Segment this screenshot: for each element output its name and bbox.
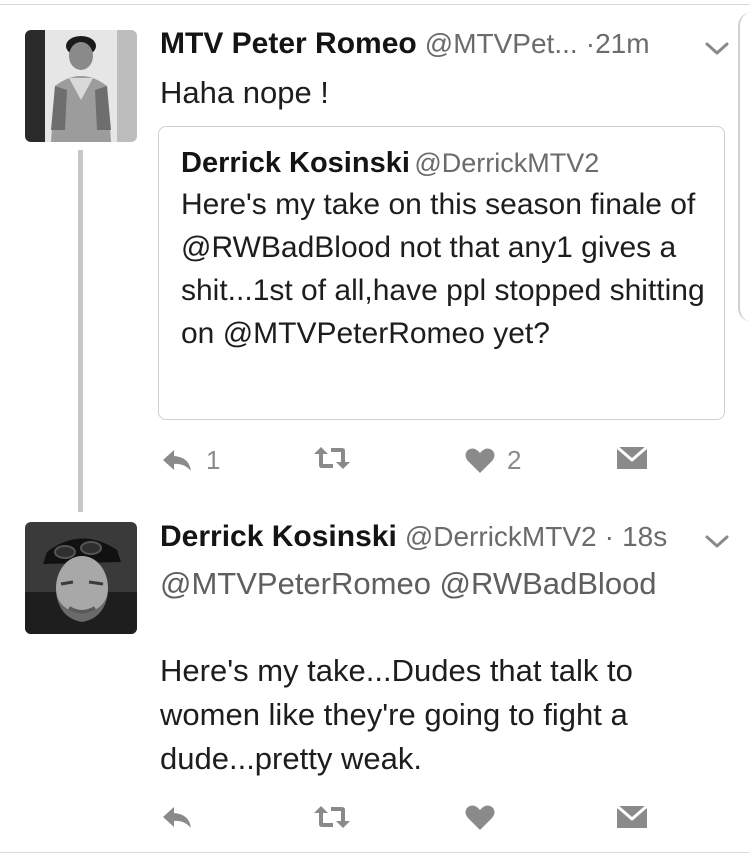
timestamp[interactable]: 18s: [622, 521, 667, 552]
direct-message-button[interactable]: [616, 804, 648, 830]
tweet-1-header: MTV Peter Romeo @MTVPet... ·21m: [160, 27, 650, 61]
heart-icon: [465, 805, 495, 830]
retweet-button[interactable]: [313, 445, 351, 471]
retweet-button[interactable]: [313, 804, 351, 830]
quoted-handle: @DerrickMTV2: [414, 148, 600, 178]
tweet-mentions[interactable]: @MTVPeterRomeo @RWBadBlood: [160, 562, 657, 606]
avatar-derrick-kosinski[interactable]: [25, 522, 137, 634]
like-count: 2: [507, 445, 522, 475]
avatar-peter-romeo[interactable]: [25, 30, 137, 142]
reply-icon: [163, 450, 191, 471]
quoted-tweet-header: Derrick Kosinski @DerrickMTV2: [181, 145, 599, 186]
chevron-down-icon[interactable]: [704, 533, 730, 551]
reply-button[interactable]: 1: [160, 445, 220, 475]
tweet-text: Haha nope !: [160, 75, 329, 110]
quoted-tweet-text: Here's my take on this season finale of …: [181, 188, 705, 350]
envelope-icon: [616, 804, 648, 828]
heart-icon: [465, 448, 495, 473]
direct-message-button[interactable]: [616, 445, 648, 471]
handle[interactable]: @DerrickMTV2: [405, 521, 597, 552]
top-divider: [0, 4, 750, 5]
like-button[interactable]: 2: [465, 445, 521, 475]
reply-count: 1: [206, 445, 221, 475]
scroll-edge: [738, 12, 750, 322]
display-name[interactable]: Derrick Kosinski: [160, 520, 397, 553]
quoted-tweet-card[interactable]: Derrick Kosinski @DerrickMTV2 Here's my …: [158, 126, 725, 420]
separator: ·: [585, 28, 596, 59]
display-name[interactable]: MTV Peter Romeo: [160, 27, 417, 60]
like-button[interactable]: [465, 804, 495, 831]
tweet-text: Here's my take...Dudes that talk to wome…: [160, 653, 633, 776]
retweet-icon: [314, 447, 350, 469]
reply-button[interactable]: [160, 804, 194, 830]
tweet-2-header: Derrick Kosinski @DerrickMTV2 · 18s: [160, 520, 667, 554]
thread-connector-line: [78, 150, 83, 512]
quoted-display-name: Derrick Kosinski: [181, 147, 410, 179]
chevron-down-icon[interactable]: [704, 40, 730, 58]
envelope-icon: [616, 445, 648, 469]
handle[interactable]: @MTVPet...: [425, 28, 578, 59]
retweet-icon: [314, 806, 350, 828]
reply-icon: [163, 807, 191, 828]
separator: ·: [604, 521, 614, 552]
timestamp[interactable]: 21m: [595, 28, 649, 59]
bottom-divider: [0, 852, 750, 853]
